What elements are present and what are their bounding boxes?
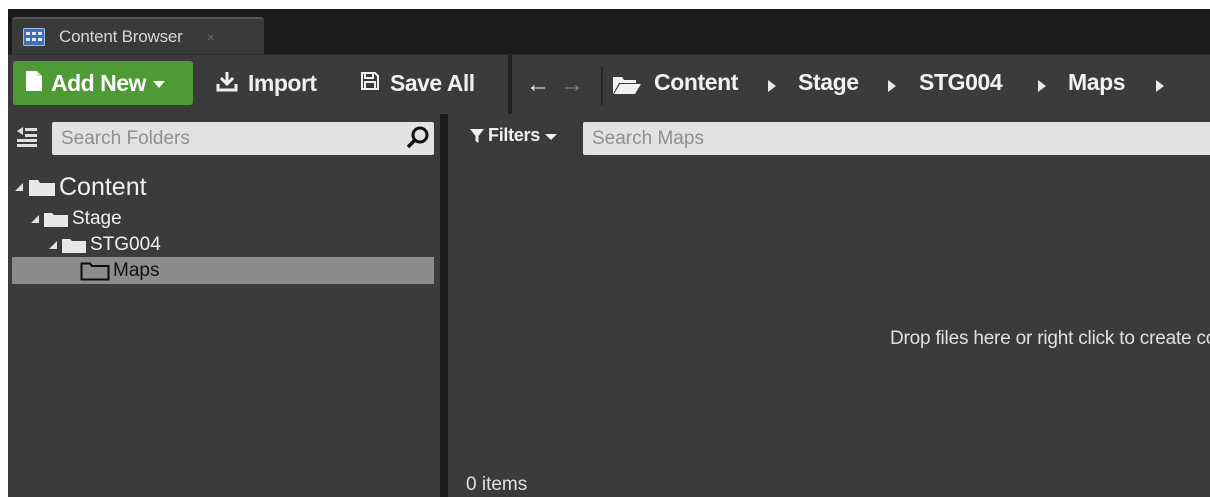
save-icon — [360, 71, 380, 96]
content-browser-window: Content Browser × Add New Import Save Al… — [8, 9, 1210, 497]
import-label: Import — [248, 69, 317, 96]
drop-hint-text: Drop files here or right click to create… — [890, 328, 1210, 349]
save-all-button[interactable]: Save All — [360, 61, 475, 105]
chevron-down-icon — [152, 81, 165, 88]
item-count: 0 items — [466, 474, 528, 495]
folder-search-row: Search Folders — [8, 120, 440, 156]
navigation-bar: ← → Content Stage STG004 Maps — [514, 55, 1210, 115]
breadcrumb-arrow-icon[interactable] — [1038, 80, 1046, 92]
filters-label: Filters — [488, 125, 540, 145]
chevron-down-icon — [544, 133, 557, 140]
tab-strip: Content Browser × — [8, 9, 1210, 54]
tree-label-stage: Stage — [72, 208, 122, 229]
search-folders-input[interactable]: Search Folders — [52, 122, 434, 155]
empty-folder-icon — [80, 262, 110, 281]
asset-filter-row: Filters Search Maps — [448, 120, 1210, 156]
open-folder-icon — [612, 74, 642, 101]
back-arrow-icon[interactable]: ← — [526, 73, 550, 97]
folder-icon — [62, 239, 86, 253]
tree-label-maps: Maps — [113, 260, 160, 281]
search-maps-input[interactable]: Search Maps — [583, 122, 1210, 155]
breadcrumb-stg004[interactable]: STG004 — [919, 69, 1003, 96]
tree-item-stage[interactable]: Stage — [30, 206, 122, 232]
folder-icon — [44, 213, 68, 227]
toolbar: Add New Import Save All ← → Content Stag… — [8, 54, 1210, 115]
breadcrumb-stage[interactable]: Stage — [798, 69, 859, 96]
tab-title: Content Browser — [59, 26, 183, 46]
tree-item-maps[interactable]: Maps — [80, 258, 159, 284]
toolbar-actions: Add New Import Save All — [8, 55, 508, 115]
breadcrumb-arrow-icon[interactable] — [1156, 80, 1164, 92]
toggle-sources-icon[interactable] — [16, 126, 38, 148]
content-browser-icon — [23, 27, 45, 46]
tree-item-content[interactable]: Content — [14, 172, 147, 202]
forward-arrow-icon[interactable]: → — [560, 73, 584, 97]
filter-icon — [470, 128, 484, 143]
close-icon[interactable]: × — [207, 29, 215, 45]
tree-label-stg004: STG004 — [90, 234, 161, 255]
tree-label-content: Content — [59, 172, 147, 201]
toolbar-divider — [508, 55, 512, 115]
panels: Search Folders Content Stage STG004 Maps… — [8, 114, 1210, 497]
import-icon — [216, 70, 238, 97]
new-file-icon — [25, 70, 43, 97]
breadcrumb-arrow-icon[interactable] — [768, 80, 776, 92]
import-button[interactable]: Import — [216, 61, 317, 105]
nav-divider — [601, 67, 603, 105]
asset-panel: Filters Search Maps Drop files here or r… — [448, 114, 1210, 497]
folder-icon — [29, 180, 55, 196]
breadcrumb-content[interactable]: Content — [654, 69, 738, 96]
expanded-arrow-icon[interactable] — [30, 214, 40, 224]
filters-button[interactable]: Filters — [470, 125, 557, 146]
tree-item-stg004[interactable]: STG004 — [48, 232, 161, 258]
save-all-label: Save All — [390, 69, 475, 96]
breadcrumb-maps[interactable]: Maps — [1068, 69, 1126, 96]
add-new-button[interactable]: Add New — [13, 61, 193, 105]
selected-row-highlight — [12, 257, 434, 284]
tab-content-browser[interactable]: Content Browser × — [12, 17, 264, 54]
expanded-arrow-icon[interactable] — [48, 240, 58, 250]
expanded-arrow-icon[interactable] — [14, 182, 24, 192]
add-new-label: Add New — [51, 69, 146, 96]
breadcrumb-arrow-icon[interactable] — [888, 80, 896, 92]
search-icon[interactable] — [406, 126, 430, 150]
folder-panel: Search Folders Content Stage STG004 Maps — [8, 114, 440, 497]
